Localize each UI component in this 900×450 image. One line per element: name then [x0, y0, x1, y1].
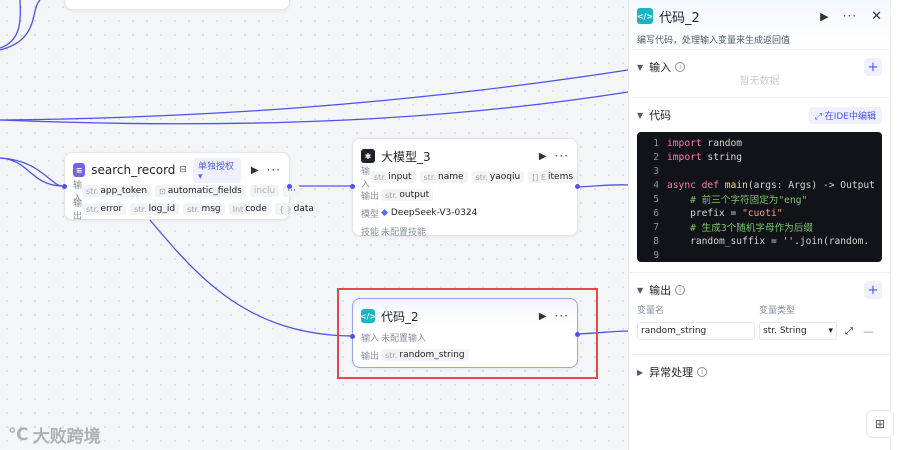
more-icon[interactable]: ··· [843, 9, 857, 23]
watermark-logo-icon: ℃ [8, 424, 29, 445]
info-icon[interactable]: i [675, 62, 686, 72]
side-strip [890, 0, 900, 450]
partial-node-top[interactable] [64, 0, 290, 10]
code-section: ▼ 代码 ⤢ 在IDE中编辑 1 import random 2 import st… [629, 98, 890, 273]
run-icon[interactable]: ▶ [820, 10, 828, 23]
info-icon[interactable]: i [697, 367, 708, 377]
run-icon[interactable]: ▶ [251, 165, 259, 176]
plugin-icon: ≡ [73, 163, 86, 177]
input-section: ▼ 输入 i + 暂无数据 [629, 50, 890, 98]
variable-name-input[interactable]: random_string [637, 322, 755, 340]
output-tag: str. log_id [130, 203, 180, 215]
input-tag: [] Eitems [528, 171, 578, 183]
code-editor[interactable]: 1 import random 2 import string 3 4 async d… [637, 132, 882, 262]
output-tag: str. msg [183, 203, 225, 215]
variable-type-select[interactable]: str. String ▾ [759, 322, 837, 340]
expand-icon[interactable]: ⤢ [845, 326, 853, 337]
input-tag: str. yaoqiu [471, 171, 525, 183]
input-port[interactable] [350, 184, 355, 189]
object-icon: ⊡ [159, 186, 166, 196]
output-port[interactable] [575, 184, 580, 189]
input-tag: str. input [370, 171, 416, 183]
output-section: ▼ 输出 i + 变量名 变量类型 random_string str. Str… [629, 273, 890, 355]
output-row: 输出 str. output [353, 187, 577, 203]
search-record-node[interactable]: ≡ search_record ⊟ 单独授权 ▾ ▶ ··· 输入 str. ap… [62, 152, 318, 222]
output-row: 输出 str. error str. log_id str. msg Int code … [65, 199, 318, 222]
skill-value: 未配置技能 [381, 227, 427, 238]
code-icon: </> [637, 8, 653, 24]
more-icon[interactable]: ··· [267, 163, 281, 177]
panel-header: </> 代码_2 ▶ ··· ✕ 编写代码，处理输入变量来生成返回值 [629, 0, 890, 50]
add-input-button[interactable]: + [864, 58, 882, 76]
chevron-down-icon[interactable]: ▼ [637, 63, 643, 72]
auth-icon: ⊟ [179, 165, 187, 175]
output-tag: str. error [82, 203, 127, 215]
llm-node[interactable]: ✱ 大模型_3 ▶ ··· 输入 str. input str. name str.… [350, 138, 580, 239]
llm-icon: ✱ [361, 149, 375, 163]
model-row: 模型 ◆ DeepSeek-V3-0324 [361, 208, 478, 220]
more-icon[interactable]: ··· [555, 149, 569, 163]
selection-highlight [337, 288, 598, 379]
chevron-down-icon[interactable]: ▼ [637, 111, 643, 120]
close-icon[interactable]: ✕ [871, 9, 882, 24]
node-title: search_record [91, 163, 176, 177]
add-output-button[interactable]: + [864, 281, 882, 299]
chevron-down-icon: ▾ [828, 326, 833, 336]
panel-description[interactable]: 编写代码，处理输入变量来生成返回值 [637, 33, 882, 46]
error-handling-section[interactable]: ▶ 异常处理 i [629, 355, 890, 389]
run-icon[interactable]: ▶ [539, 151, 547, 162]
input-tag: str. name [419, 171, 468, 183]
panel-title[interactable]: 代码_2 [659, 7, 700, 26]
chevron-down-icon[interactable]: ▼ [637, 286, 643, 295]
input-port[interactable] [62, 184, 67, 189]
input-tag: str. app_token [82, 185, 152, 197]
input-tag: ⊡ automatic_fields [155, 185, 246, 197]
input-row: 输入 str. app_token ⊡ automatic_fields inclu… [65, 181, 300, 204]
auth-badge[interactable]: 单独授权 ▾ [192, 157, 241, 183]
workflow-canvas[interactable]: ≡ search_record ⊟ 单独授权 ▾ ▶ ··· 输入 str. ap… [0, 0, 629, 450]
output-tag: Int code [228, 203, 271, 215]
deepseek-icon: ◆ [381, 208, 388, 218]
remove-icon[interactable]: — [863, 325, 874, 338]
chevron-right-icon[interactable]: ▶ [637, 368, 643, 377]
node-title: 大模型_3 [381, 149, 431, 164]
info-icon[interactable]: i [675, 285, 686, 295]
model-name: DeepSeek-V3-0324 [390, 208, 478, 218]
input-row: 输入 str. input str. name str. yaoqiu [] Eite… [353, 167, 578, 190]
node-properties-panel: </> 代码_2 ▶ ··· ✕ 编写代码，处理输入变量来生成返回值 ▼ 输入 … [628, 0, 890, 450]
watermark: ℃ 大败跨境 [8, 424, 101, 448]
skill-row: 技能 未配置技能 [353, 223, 577, 239]
grid-add-icon[interactable]: ⊞ [866, 410, 894, 438]
edit-in-ide-button[interactable]: ⤢ 在IDE中编辑 [808, 106, 882, 124]
output-tag: str. output [381, 189, 434, 201]
output-tag: { } data [274, 203, 318, 215]
input-tag: inclu [249, 185, 280, 197]
output-port[interactable] [287, 184, 292, 189]
empty-state: 暂无数据 [739, 76, 780, 87]
